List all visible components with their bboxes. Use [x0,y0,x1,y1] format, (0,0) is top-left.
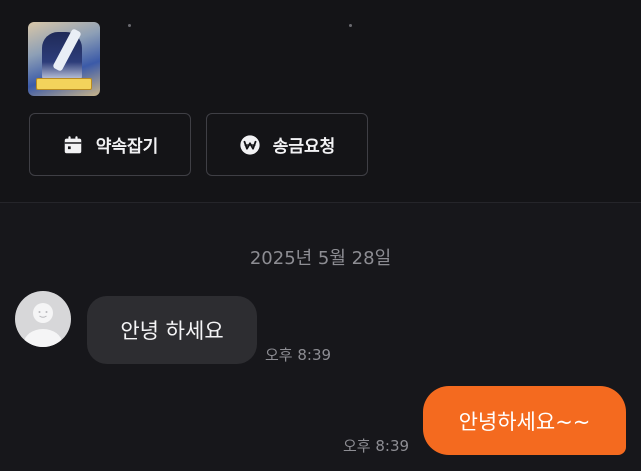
header-speck [349,24,352,27]
outgoing-message-bubble[interactable]: 안녕하세요~~ [423,386,626,455]
listing-header: 약속잡기 송금요청 [0,0,641,203]
incoming-message-time: 오후 8:39 [265,346,332,364]
avatar[interactable] [15,291,71,347]
remit-request-button-label: 송금요청 [272,137,336,157]
default-profile-icon [24,303,62,347]
schedule-button[interactable]: 약속잡기 [29,113,191,176]
header-speck [128,24,131,27]
date-separator: 2025년 5월 28일 [249,248,392,269]
incoming-message-text: 안녕 하세요 [120,319,224,343]
calendar-icon [64,135,81,153]
outgoing-message-text: 안녕하세요~~ [458,409,591,434]
outgoing-message-time: 오후 8:39 [343,437,410,455]
schedule-button-label: 약속잡기 [95,137,159,157]
incoming-message-bubble[interactable]: 안녕 하세요 [87,296,257,364]
remit-request-button[interactable]: 송금요청 [206,113,368,176]
won-coin-icon [240,134,260,155]
product-thumbnail[interactable] [28,22,100,96]
product-label-plate [36,78,92,90]
